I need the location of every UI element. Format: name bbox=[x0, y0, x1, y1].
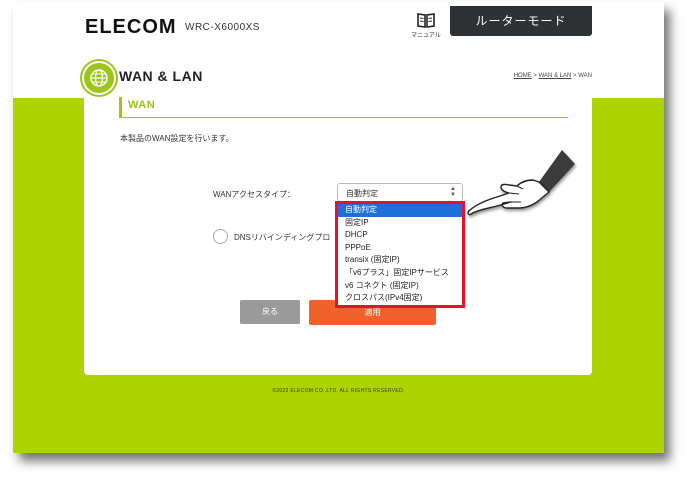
manual-link[interactable]: マニュアル bbox=[409, 12, 443, 39]
dropdown-option-v6connect[interactable]: v6 コネクト (固定IP) bbox=[338, 280, 462, 293]
wan-section-heading: WAN bbox=[119, 97, 568, 118]
dropdown-option-pppoe[interactable]: PPPoE bbox=[338, 242, 462, 255]
dropdown-option-crosspass[interactable]: クロスパス(IPv4固定) bbox=[338, 292, 462, 305]
wan-heading-label: WAN bbox=[128, 99, 156, 111]
page-title: WAN & LAN bbox=[119, 68, 203, 84]
breadcrumb-current: WAN bbox=[578, 73, 592, 79]
back-button[interactable]: 戻る bbox=[240, 300, 300, 324]
dropdown-option-static-ip[interactable]: 固定IP bbox=[338, 217, 462, 230]
description-text: 本製品のWAN設定を行います。 bbox=[120, 134, 234, 143]
wan-access-type-dropdown: 自動判定 固定IP DHCP PPPoE transix (固定IP) 「v6プ… bbox=[335, 201, 465, 308]
wan-access-type-select[interactable]: 自動判定 ▲ ▼ bbox=[337, 183, 463, 202]
breadcrumb-wan-lan[interactable]: WAN & LAN bbox=[539, 73, 572, 79]
model-name: WRC-X6000XS bbox=[185, 22, 260, 33]
copyright: ©2022 ELECOM CO.,LTD. ALL RIGHTS RESERVE… bbox=[272, 388, 405, 394]
brand-logo: ELECOM bbox=[85, 16, 177, 38]
dropdown-option-dhcp[interactable]: DHCP bbox=[338, 229, 462, 242]
router-admin-window: ELECOM WRC-X6000XS マニュアル ルーターモード WAN & L… bbox=[13, 2, 664, 453]
dropdown-option-transix[interactable]: transix (固定IP) bbox=[338, 254, 462, 267]
breadcrumb-separator: > bbox=[533, 73, 537, 79]
globe-icon bbox=[82, 61, 116, 95]
manual-label: マニュアル bbox=[411, 33, 441, 39]
breadcrumb: HOME > WAN & LAN > WAN bbox=[514, 73, 592, 79]
pointing-hand-icon bbox=[467, 150, 575, 216]
wan-access-type-label: WANアクセスタイプ： bbox=[213, 190, 295, 199]
header: ELECOM WRC-X6000XS マニュアル ルーターモード WAN & L… bbox=[13, 2, 664, 98]
breadcrumb-home[interactable]: HOME bbox=[514, 73, 532, 79]
select-arrows-icon: ▲ ▼ bbox=[450, 186, 456, 198]
breadcrumb-separator: > bbox=[573, 73, 577, 79]
select-current-value: 自動判定 bbox=[346, 189, 378, 198]
book-icon bbox=[417, 13, 435, 28]
dns-rebinding-toggle[interactable] bbox=[213, 229, 228, 244]
dropdown-option-auto[interactable]: 自動判定 bbox=[338, 204, 462, 217]
router-mode-button[interactable]: ルーターモード bbox=[450, 6, 592, 36]
dropdown-option-v6plus[interactable]: 「v6プラス」固定IPサービス bbox=[338, 267, 462, 280]
dns-rebinding-label: DNSリバインディングプロ bbox=[234, 233, 331, 242]
